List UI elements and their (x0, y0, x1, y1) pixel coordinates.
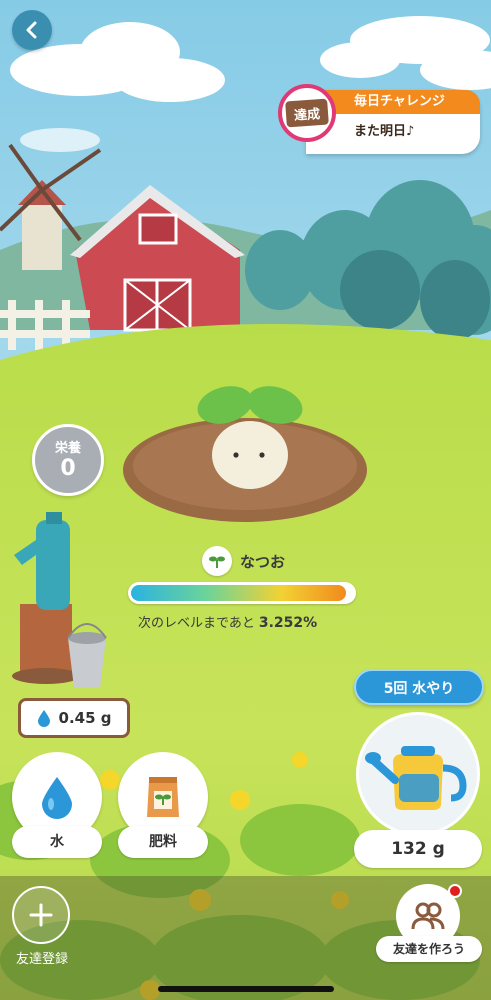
fertilizer-bag-icon (147, 777, 179, 817)
level-remaining-percent: 3.252% (258, 615, 318, 631)
add-friend-circle (12, 886, 70, 944)
fertilizer-button[interactable]: 肥料 (118, 752, 208, 862)
level-progress-bar (128, 582, 356, 604)
make-friends-label: 友達を作ろう (376, 936, 482, 962)
water-amount-value: 0.45 g (58, 709, 112, 727)
daily-challenge-panel[interactable]: 毎日チャレンジ また明日♪ 達成 (278, 84, 480, 158)
plant-name: なつお (240, 552, 286, 571)
watering-can-amount: 132 g (354, 830, 482, 868)
notification-dot (448, 884, 462, 898)
watering-can-button[interactable]: 132 g (352, 712, 484, 872)
people-icon (411, 902, 445, 930)
challenge-status: また明日♪ (354, 124, 415, 139)
sprout-icon (202, 546, 232, 576)
plant-name-tag: なつお (202, 546, 285, 576)
watering-can-icon (365, 746, 467, 810)
achieved-badge-label: 達成 (285, 98, 329, 128)
plus-icon (29, 903, 53, 927)
water-button-label: 水 (12, 826, 102, 858)
water-button[interactable]: 水 (12, 752, 102, 862)
water-drop-icon (42, 777, 72, 819)
nutrition-value: 0 (60, 456, 76, 481)
fertilizer-button-label: 肥料 (118, 826, 208, 858)
add-friend-label: 友達登録 (15, 952, 68, 967)
home-indicator[interactable] (158, 986, 334, 992)
back-button[interactable] (12, 10, 52, 50)
water-drop-icon (37, 710, 50, 727)
nutrition-label: 栄養 (54, 441, 81, 456)
achieved-badge: 達成 (278, 84, 336, 142)
level-remaining: 次のレベルまであと 3.252% (138, 612, 317, 631)
water-amount-display: 0.45 g (18, 698, 130, 738)
make-friends-button[interactable]: 友達を作ろう (376, 884, 482, 964)
water-5-times-button[interactable]: 5回 水やり (354, 669, 484, 705)
watering-can-circle (356, 712, 480, 836)
level-remaining-label: 次のレベルまであと (138, 616, 255, 631)
add-friend-button[interactable]: 友達登録 (10, 886, 74, 967)
nutrition-indicator: 栄養 0 (32, 424, 104, 496)
level-progress-fill (131, 585, 347, 601)
chevron-left-icon (26, 21, 37, 39)
